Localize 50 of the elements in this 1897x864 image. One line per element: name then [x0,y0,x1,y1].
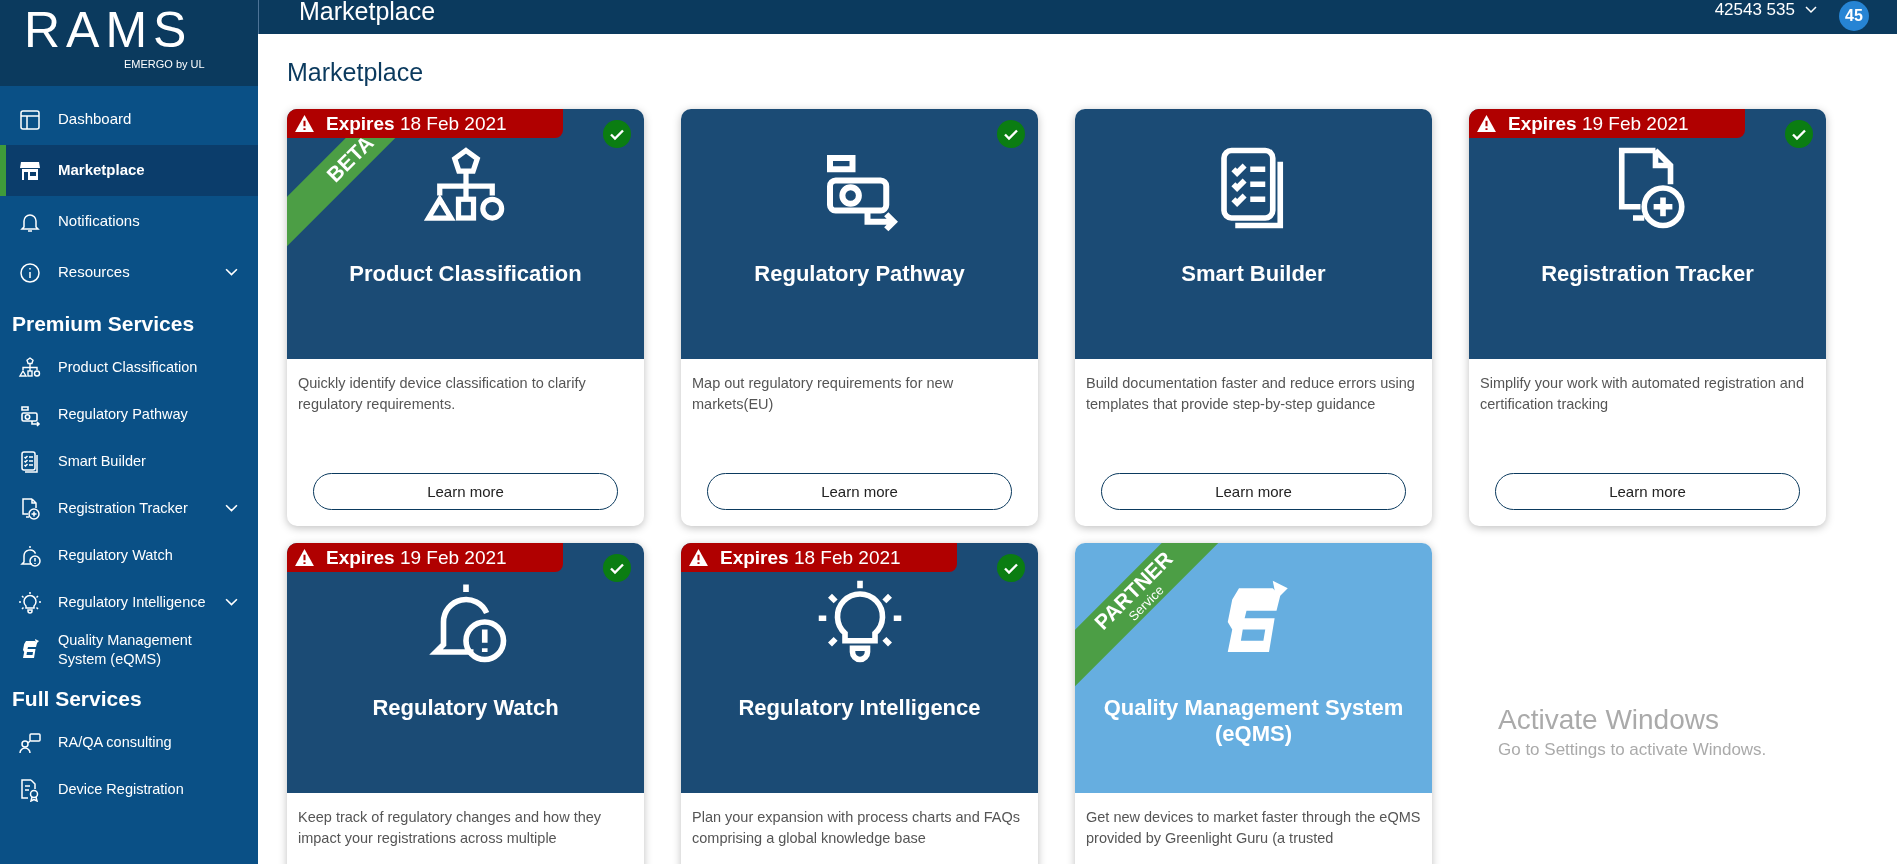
rams-logo: RAMS [24,4,193,56]
card-description: Map out regulatory requirements for new markets(EU) [692,374,955,414]
sidebar-item[interactable]: Regulatory Intelligence [0,579,258,626]
card-title: Registration Tracker [1540,261,1755,288]
section-heading: Full Services [11,686,143,712]
warning-icon [1477,115,1496,132]
activation-notice-title: Activate Windows [1498,704,1720,736]
sidebar-item[interactable]: Registration Tracker [0,485,258,532]
section-heading: Premium Services [11,311,196,337]
expiry-banner: Expires 18 Feb 2021 [681,543,957,572]
card-description: Get new devices to market faster through the eQMS provided by Greenlight Guru (a trusted [1086,808,1421,848]
notification-count[interactable]: 45 [1839,1,1869,31]
card-title: Product Classification [348,261,583,288]
sidebar-item[interactable]: Product Classification [0,344,258,391]
expiry-banner: Expires 19 Feb 2021 [287,543,563,572]
card-description: Build documentation faster and reduce errors using templates that provide step-by-step guidance [1086,374,1416,414]
sidebar-item[interactable]: Quality Management System (eQMS) [0,626,258,673]
learn-more-button[interactable]: Learn more [313,473,618,510]
sidebar-item[interactable]: RA/QA consulting [0,719,258,766]
sidebar-item[interactable]: Smart Builder [0,438,258,485]
chevron-down-icon [1805,6,1817,14]
learn-more-button[interactable]: Learn more [1101,473,1406,510]
card-description: Simplify your work with automated registration and certification tracking [1480,374,1805,414]
expiry-banner: Expires 19 Feb 2021 [1469,109,1745,138]
logo-tagline: EMERGO by UL [124,58,205,70]
card-title: Regulatory Pathway [753,261,966,288]
page-title: Marketplace [287,58,425,87]
warning-icon [689,549,708,566]
account-menu[interactable]: 42543 535 [1714,0,1817,20]
card-title: Regulatory Watch [371,695,560,722]
expiry-banner: Expires 18 Feb 2021 [287,109,563,138]
sidebar-item[interactable]: Regulatory Watch [0,532,258,579]
warning-icon [295,115,314,132]
sidebar-item[interactable]: Regulatory Pathway [0,391,258,438]
sidebar-item[interactable]: Resources [0,247,258,298]
page-header-title: Marketplace [299,0,437,26]
sidebar-item[interactable]: Device Registration [0,766,258,813]
card-description: Quickly identify device classification to clarify regulatory requirements. [298,374,587,414]
warning-icon [295,549,314,566]
card-title: Regulatory Intelligence [737,695,982,722]
card-description: Plan your expansion with process charts and FAQs comprising a global knowledge base [692,808,1022,848]
learn-more-button[interactable]: Learn more [1495,473,1800,510]
sidebar-item[interactable]: Marketplace [0,145,258,196]
card-title: Smart Builder [1180,261,1327,288]
learn-more-button[interactable]: Learn more [707,473,1012,510]
sidebar-item[interactable]: Dashboard [0,94,258,145]
activation-notice-text: Go to Settings to activate Windows. [1498,740,1767,760]
card-title: Quality Management System (eQMS) [1102,695,1405,748]
sidebar-item[interactable]: Notifications [0,196,258,247]
card-description: Keep track of regulatory changes and how they impact your registrations across multiple [298,808,603,848]
